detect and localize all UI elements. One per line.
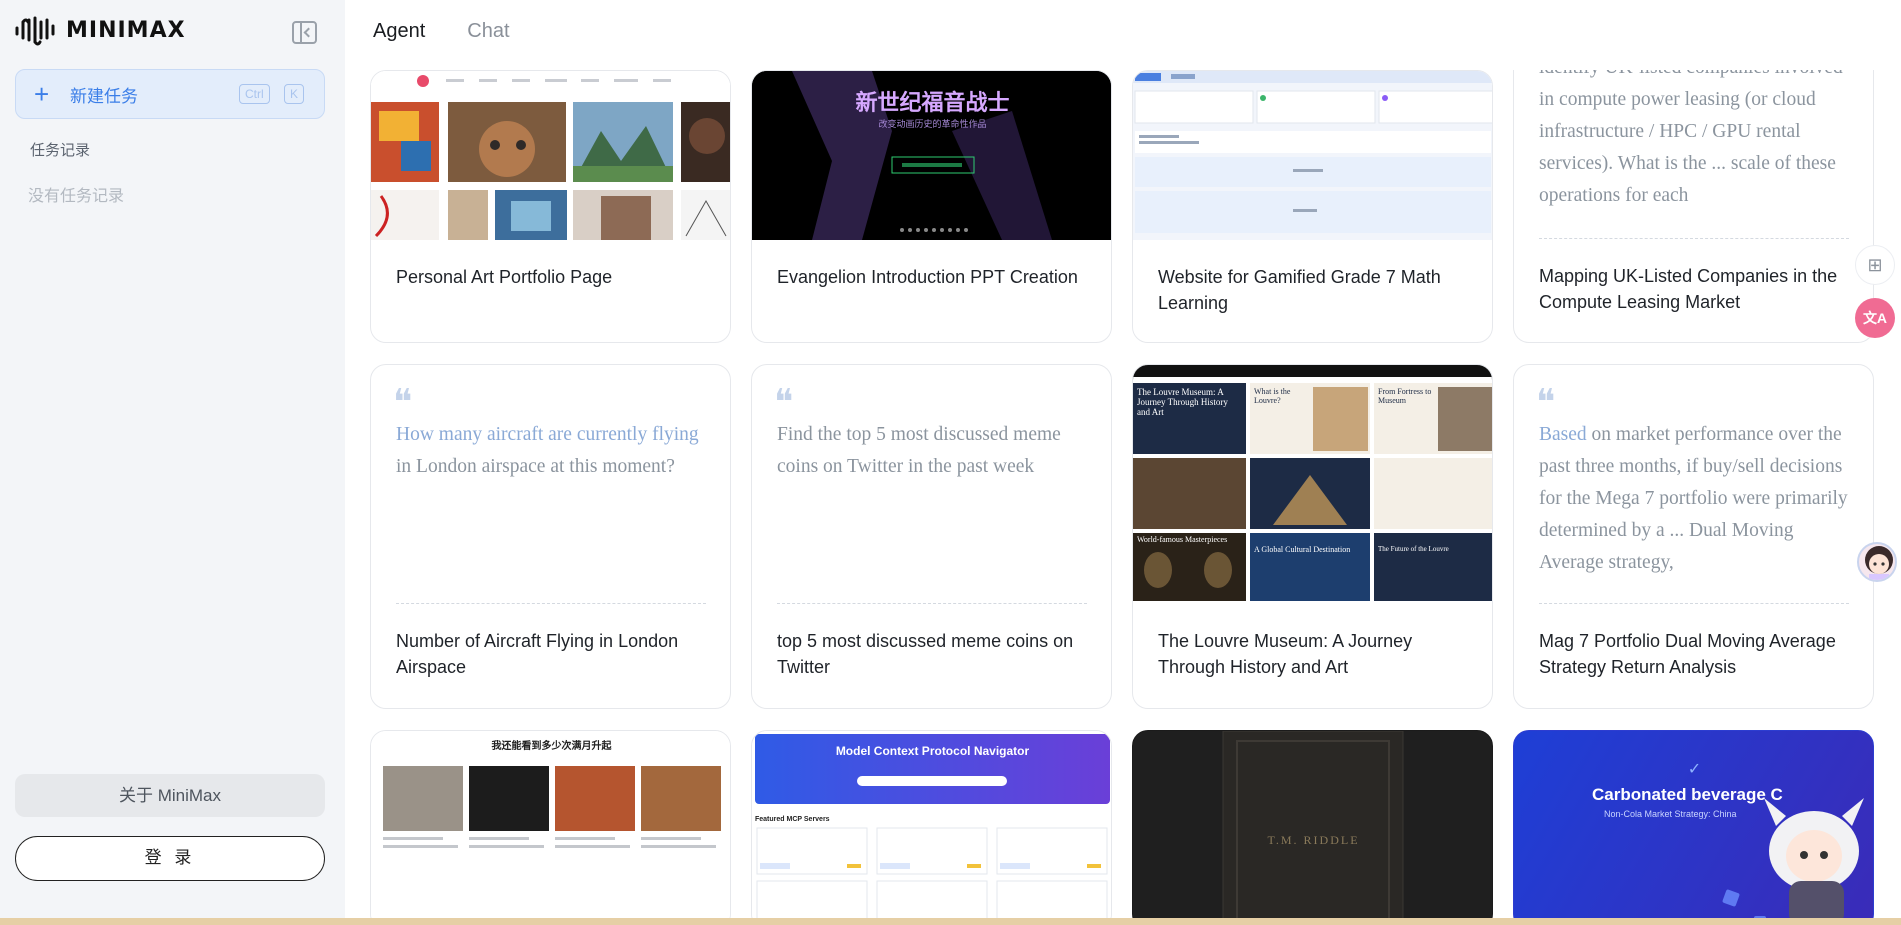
card-divider (396, 603, 706, 604)
thumb-cell: The Future of the Louvre (1378, 545, 1449, 553)
mode-tabs: Agent Chat (373, 20, 510, 43)
main-content: Agent Chat Personal Art Portfolio Page 新… (345, 0, 1901, 925)
card-thumbnail (371, 71, 730, 240)
card-title: top 5 most discussed meme coins on Twitt… (777, 631, 1074, 677)
card-prompt: Based on market performance over the pas… (1539, 419, 1859, 579)
card-divider (1539, 603, 1849, 604)
case-card[interactable]: T.M. RIDDLE (1132, 730, 1493, 925)
case-card[interactable]: identify UK-listed companies involved in… (1513, 70, 1874, 343)
tab-agent[interactable]: Agent (373, 20, 425, 43)
shortcut-ctrl: Ctrl (239, 84, 270, 104)
quote-icon: ❝ (393, 382, 413, 423)
thumb-subtitle: 改变动画历史的革命性作品 (878, 120, 987, 130)
quote-icon: ❝ (1536, 382, 1556, 423)
new-task-label: 新建任务 (70, 86, 138, 106)
card-thumbnail: 新世纪福音战士 改变动画历史的革命性作品 (752, 71, 1111, 240)
card-divider (777, 603, 1087, 604)
card-title: Mag 7 Portfolio Dual Moving Average Stra… (1539, 631, 1836, 677)
collapse-sidebar-icon[interactable] (292, 21, 317, 44)
case-card[interactable]: ❝ How many aircraft are currently flying… (370, 364, 731, 709)
thumb-cell: From Fortress to Museum (1378, 387, 1432, 405)
card-thumbnail: The Louvre Museum: A Journey Through His… (1133, 365, 1492, 601)
apps-grid-icon[interactable]: ⊞ (1855, 245, 1895, 285)
math-learning-thumbnail (1133, 71, 1492, 233)
card-prompt: How many aircraft are currently flying i… (396, 419, 716, 483)
sidebar: MINIMAX + 新建任务 Ctrl K 任务记录 没有任务记录 关于 Min… (0, 0, 345, 925)
thumb-headline: 新世纪福音战士 (855, 91, 1010, 116)
card-title: Evangelion Introduction PPT Creation (777, 267, 1078, 287)
mascot-illustration-icon (1722, 798, 1864, 925)
avatar-face-icon (1865, 546, 1893, 580)
new-task-button[interactable]: + 新建任务 Ctrl K (15, 69, 325, 119)
case-card[interactable]: Website for Gamified Grade 7 Math Learni… (1132, 70, 1493, 343)
thumb-cell: World-famous Masterpieces (1137, 535, 1228, 544)
thumb-cell-title: The Louvre Museum: A Journey Through His… (1137, 387, 1228, 417)
card-thumbnail: ✓ Carbonated beverage C Non-Cola Market … (1514, 731, 1873, 925)
moon-thumbnail (383, 766, 721, 848)
card-title: Personal Art Portfolio Page (396, 267, 613, 287)
prompt-rest: in London airspace at this moment? (396, 456, 675, 477)
bottom-strip (0, 918, 1901, 925)
login-button[interactable]: 登 录 (15, 836, 325, 881)
card-title: Website for Gamified Grade 7 Math Learni… (1158, 267, 1441, 313)
card-thumbnail: T.M. RIDDLE (1133, 731, 1492, 925)
card-thumbnail: 我还能看到多少次满月升起 (371, 731, 730, 925)
quote-icon: ❝ (774, 382, 794, 423)
card-title: The Louvre Museum: A Journey Through His… (1158, 631, 1413, 677)
card-title: Mapping UK-Listed Companies in the Compu… (1539, 266, 1838, 312)
case-card[interactable]: ❝ Based on market performance over the p… (1513, 364, 1874, 709)
card-prompt: identify UK-listed companies involved in… (1539, 70, 1843, 206)
card-divider (1539, 238, 1849, 239)
case-card[interactable]: ❝ Find the top 5 most discussed meme coi… (751, 364, 1112, 709)
case-card[interactable]: 我还能看到多少次满月升起 (370, 730, 731, 925)
thumb-cell: What is the Louvre? (1254, 387, 1291, 405)
tab-chat[interactable]: Chat (467, 20, 509, 43)
card-thumbnail (1133, 71, 1492, 240)
thumb-cell: A Global Cultural Destination (1254, 545, 1351, 554)
prompt-highlight: How many aircraft are currently flying (396, 424, 699, 445)
card-prompt: Find the top 5 most discussed meme coins… (777, 424, 1061, 477)
shortcut-k: K (284, 84, 305, 104)
assistant-avatar[interactable] (1857, 542, 1897, 582)
logo-text: MINIMAX (66, 17, 186, 43)
mcp-grid-thumbnail (756, 827, 1108, 925)
plus-icon: + (34, 79, 50, 109)
card-thumbnail: Model Context Protocol Navigator Feature… (752, 731, 1111, 925)
art-portfolio-thumbnail (371, 71, 730, 240)
case-card[interactable]: Model Context Protocol Navigator Feature… (751, 730, 1112, 925)
translate-icon[interactable]: 文A (1855, 298, 1895, 338)
case-card[interactable]: ✓ Carbonated beverage C Non-Cola Market … (1513, 730, 1874, 925)
thumb-heading: T.M. RIDDLE (1267, 833, 1360, 847)
prompt-highlight: Based (1539, 424, 1587, 445)
empty-task-history: 没有任务记录 (28, 188, 125, 205)
case-card[interactable]: The Louvre Museum: A Journey Through His… (1132, 364, 1493, 709)
diary-thumbnail (1133, 731, 1492, 925)
logo[interactable]: MINIMAX (14, 14, 186, 46)
prompt-rest: on market performance over the past thre… (1539, 424, 1848, 573)
task-history-title: 任务记录 (30, 142, 91, 159)
case-card[interactable]: Personal Art Portfolio Page (370, 70, 731, 343)
minimax-logo-icon (15, 16, 55, 46)
card-title: Number of Aircraft Flying in London Airs… (396, 631, 679, 677)
about-minimax-button[interactable]: 关于 MiniMax (15, 774, 325, 817)
case-card[interactable]: 新世纪福音战士 改变动画历史的革命性作品 Evangelion Introduc… (751, 70, 1112, 343)
